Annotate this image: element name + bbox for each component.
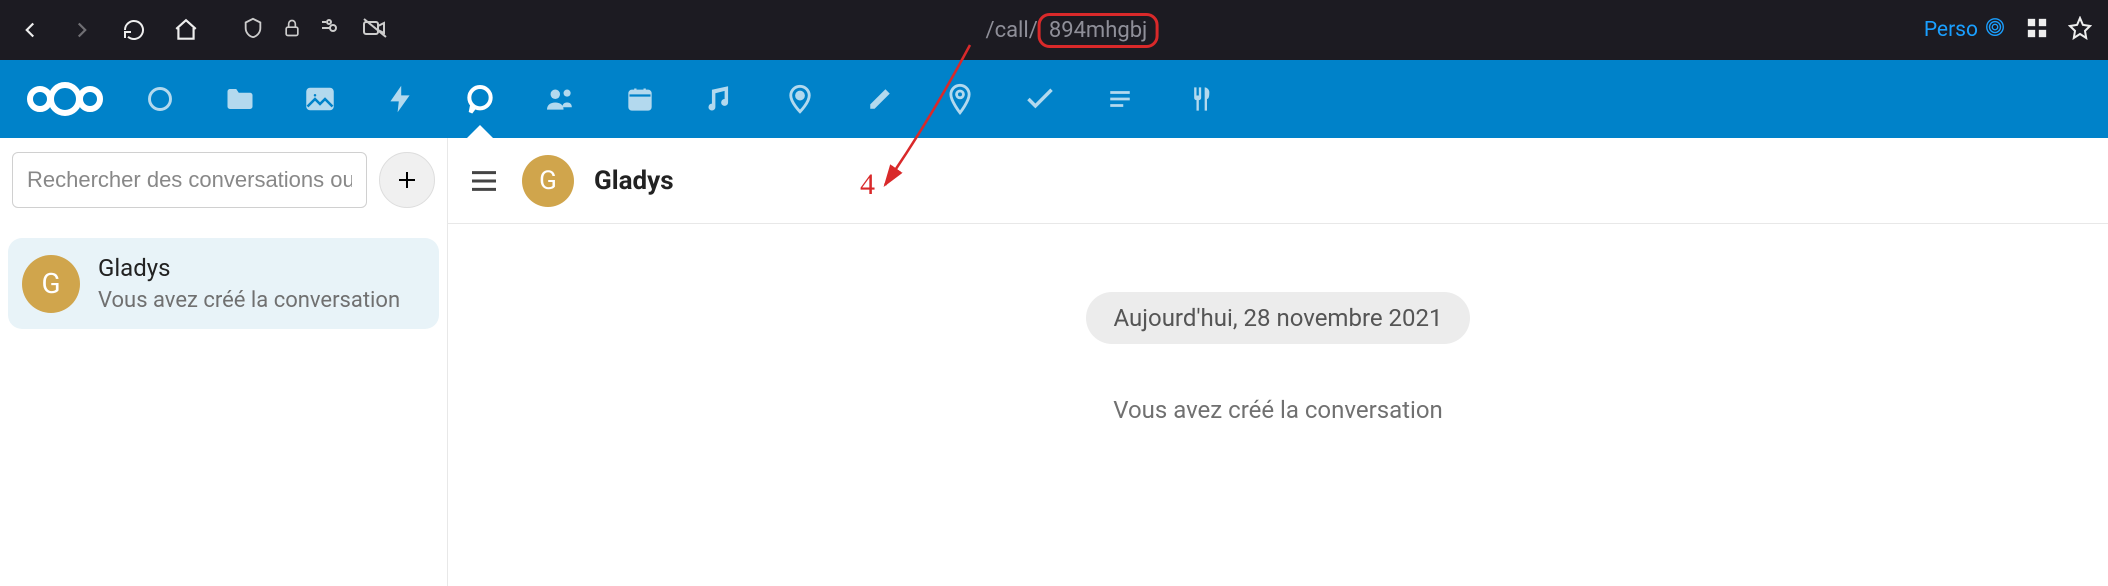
tasks-app-icon[interactable] [1000, 60, 1080, 138]
conversation-text: Gladys Vous avez créé la conversation [98, 254, 400, 313]
lock-icon[interactable] [282, 18, 302, 42]
profile-label: Perso [1924, 18, 1978, 42]
date-separator: Aujourd'hui, 28 novembre 2021 [1086, 292, 1471, 344]
text-app-icon[interactable] [1080, 60, 1160, 138]
system-message: Vous avez créé la conversation [1113, 396, 1443, 424]
main-area: G Gladys Vous avez créé la conversation … [0, 138, 2108, 586]
dashboard-app-icon[interactable] [120, 60, 200, 138]
maps-app-icon[interactable] [920, 60, 1000, 138]
reload-button[interactable] [120, 16, 148, 44]
browser-toolbar: /call/894mhgbj Perso [0, 0, 2108, 60]
url-path: /call/ [985, 18, 1037, 43]
conversation-name: Gladys [98, 254, 400, 282]
notes-app-icon[interactable] [840, 60, 920, 138]
files-app-icon[interactable] [200, 60, 280, 138]
talk-app-icon[interactable] [440, 60, 520, 138]
contacts-app-icon[interactable] [520, 60, 600, 138]
sidebar-toggle-button[interactable] [466, 163, 502, 199]
app-header [0, 60, 2108, 138]
back-button[interactable] [16, 16, 44, 44]
annotation-number: 4 [860, 168, 875, 202]
chat-content: G Gladys Aujourd'hui, 28 novembre 2021 V… [448, 138, 2108, 586]
camera-blocked-icon[interactable] [362, 17, 388, 43]
new-conversation-button[interactable] [379, 152, 435, 208]
chat-header: G Gladys [448, 138, 2108, 224]
shield-icon[interactable] [242, 17, 264, 43]
conversation-subtitle: Vous avez créé la conversation [98, 288, 400, 313]
browser-right-controls: Perso [1924, 16, 2092, 44]
url-bar[interactable]: /call/894mhgbj [232, 10, 1912, 50]
chat-body: Aujourd'hui, 28 novembre 2021 Vous avez … [448, 224, 2108, 586]
activity-app-icon[interactable] [360, 60, 440, 138]
search-row [8, 148, 439, 212]
conversation-sidebar: G Gladys Vous avez créé la conversation [0, 138, 448, 586]
permissions-icon[interactable] [320, 18, 344, 42]
photos-app-icon[interactable] [280, 60, 360, 138]
url-text: /call/894mhgbj [985, 18, 1158, 43]
conversation-item[interactable]: G Gladys Vous avez créé la conversation [8, 238, 439, 329]
extensions-icon[interactable] [2026, 17, 2048, 43]
app-nav [120, 60, 1240, 138]
url-highlighted-token: 894mhgbj [1038, 13, 1158, 48]
home-button[interactable] [172, 16, 200, 44]
profile-button[interactable]: Perso [1924, 16, 2006, 44]
chat-avatar: G [522, 155, 574, 207]
fingerprint-icon [1984, 16, 2006, 44]
music-app-icon[interactable] [680, 60, 760, 138]
bookmark-star-icon[interactable] [2068, 16, 2092, 44]
chat-title: Gladys [594, 166, 674, 196]
search-input[interactable] [12, 152, 367, 208]
url-security-icons [242, 17, 388, 43]
cookbook-app-icon[interactable] [1160, 60, 1240, 138]
location-app-icon[interactable] [760, 60, 840, 138]
nav-buttons [16, 16, 200, 44]
avatar: G [22, 255, 80, 313]
calendar-app-icon[interactable] [600, 60, 680, 138]
forward-button[interactable] [68, 16, 96, 44]
nextcloud-logo[interactable] [10, 79, 120, 119]
